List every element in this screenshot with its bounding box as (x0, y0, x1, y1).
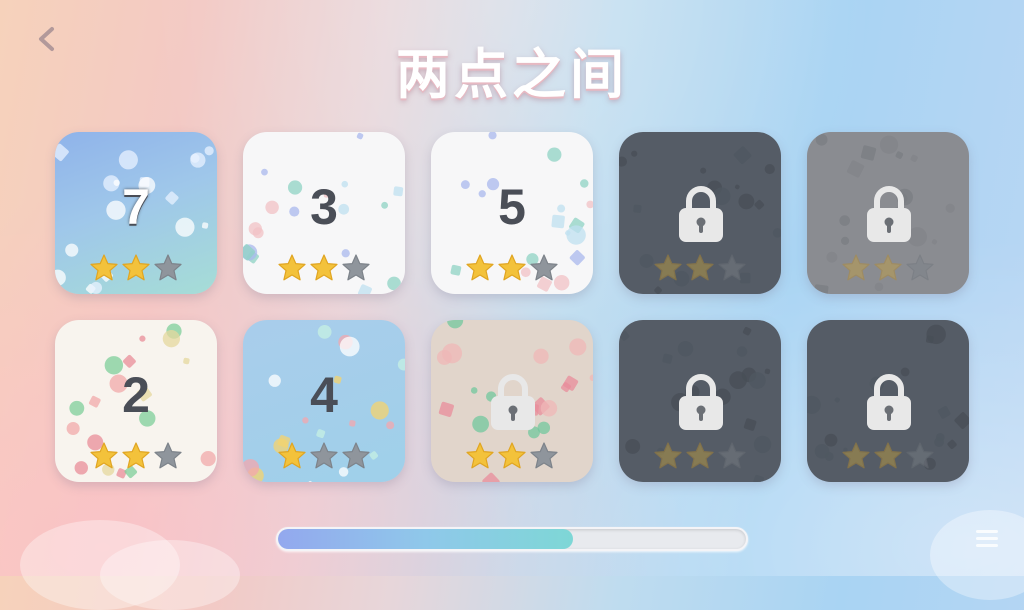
star-icon (90, 442, 118, 469)
padlock-icon (491, 374, 535, 430)
progress-bar (276, 527, 748, 551)
star-rating (55, 440, 217, 472)
star-icon (498, 442, 526, 469)
star-icon (498, 254, 526, 281)
star-icon (90, 254, 118, 281)
cloud-decoration (930, 510, 1024, 600)
level-number: 5 (498, 179, 526, 235)
level-number: 3 (310, 179, 338, 235)
menu-icon (976, 530, 998, 533)
level-card-locked[interactable] (431, 320, 593, 482)
level-card-locked[interactable] (807, 132, 969, 294)
padlock-icon (679, 186, 723, 242)
star-icon (310, 254, 338, 281)
star-icon (342, 254, 370, 281)
level-number: 7 (122, 179, 150, 235)
page-title: 两点之间 (396, 43, 628, 106)
star-icon (530, 442, 558, 469)
level-number: 2 (122, 367, 150, 423)
star-icon (466, 442, 494, 469)
star-rating (431, 252, 593, 284)
star-rating (243, 252, 405, 284)
level-card[interactable]: 4 (243, 320, 405, 482)
star-icon (530, 254, 558, 281)
level-card-locked[interactable] (619, 320, 781, 482)
padlock-icon (867, 374, 911, 430)
star-icon (122, 254, 150, 281)
star-icon (310, 442, 338, 469)
level-card[interactable]: 7 (55, 132, 217, 294)
star-icon (122, 442, 150, 469)
level-card-locked[interactable] (619, 132, 781, 294)
star-icon (278, 254, 306, 281)
star-rating (55, 252, 217, 284)
padlock-icon (679, 374, 723, 430)
star-icon (342, 442, 370, 469)
level-card-locked[interactable] (807, 320, 969, 482)
menu-button[interactable] (976, 530, 998, 550)
cloud-decoration (100, 540, 240, 610)
level-card[interactable]: 3 (243, 132, 405, 294)
star-icon (154, 442, 182, 469)
star-icon (466, 254, 494, 281)
star-rating (243, 440, 405, 472)
star-icon (278, 442, 306, 469)
level-number: 4 (310, 367, 338, 423)
star-rating (431, 440, 593, 472)
padlock-icon (867, 186, 911, 242)
level-card[interactable]: 2 (55, 320, 217, 482)
level-card[interactable]: 5 (431, 132, 593, 294)
progress-fill (278, 529, 573, 549)
level-grid: 7 3 5 2 4 (55, 132, 969, 482)
star-icon (154, 254, 182, 281)
